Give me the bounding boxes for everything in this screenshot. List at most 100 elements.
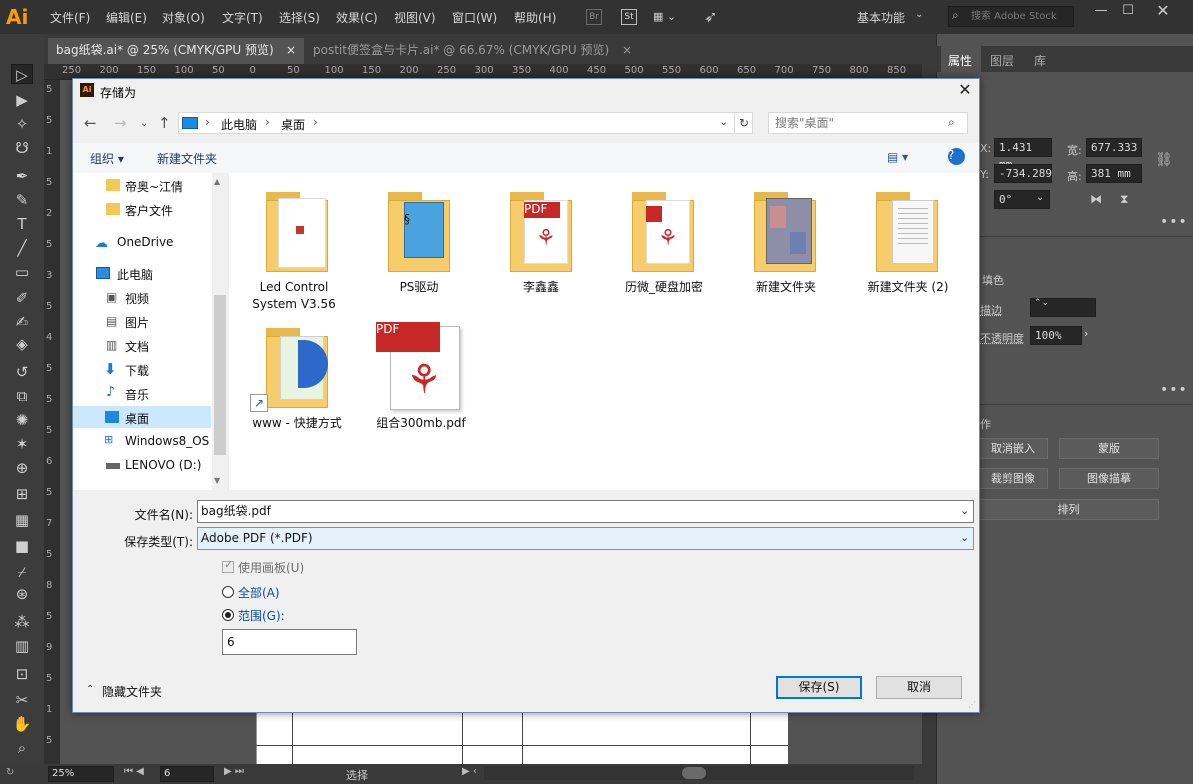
tab-libraries[interactable]: 库 xyxy=(1034,52,1046,69)
filename-input[interactable]: bag纸袋.pdf xyxy=(197,500,974,523)
folder-icon[interactable] xyxy=(754,192,816,272)
view-options-icon[interactable]: ▤ ▾ xyxy=(887,150,908,164)
help-icon[interactable]: ? xyxy=(948,148,965,165)
menu-help[interactable]: 帮助(H) xyxy=(514,9,556,26)
scroll-up-icon[interactable]: ▲ xyxy=(214,177,220,186)
nav-item-onedrive[interactable]: OneDrive xyxy=(117,235,173,249)
chevron-right-icon[interactable]: › xyxy=(1084,327,1088,340)
tab-layers[interactable]: 图层 xyxy=(990,52,1014,69)
puppet-warp-icon[interactable]: ✶ xyxy=(11,434,33,454)
shaper-tool-icon[interactable]: ✍ xyxy=(11,312,33,332)
save-button[interactable]: 保存(S) xyxy=(776,676,862,699)
mask-button[interactable]: 蒙版 xyxy=(1059,438,1159,459)
nav-item-desktop[interactable]: 桌面 xyxy=(125,410,149,427)
folder-icon[interactable]: ⚘ xyxy=(632,192,694,272)
close-icon[interactable]: × xyxy=(622,38,632,62)
next-artboard-icon[interactable]: ▶ ⏭ xyxy=(224,766,244,777)
nav-item-music[interactable]: 音乐 xyxy=(125,386,149,403)
opacity-label[interactable]: 不透明度 xyxy=(980,330,1024,346)
file-name[interactable]: 新建文件夹 (2) xyxy=(853,279,963,296)
flip-horizontal-icon[interactable]: ⧓ xyxy=(1090,192,1102,206)
column-graph-icon[interactable]: ▥ xyxy=(11,636,33,656)
first-artboard-icon[interactable]: ⏮ ◀ xyxy=(124,766,144,777)
chevron-down-icon[interactable]: ⌄ xyxy=(960,504,969,517)
nav-item-videos[interactable]: 视频 xyxy=(125,290,149,307)
folder-icon[interactable] xyxy=(266,328,328,408)
file-name[interactable]: 新建文件夹 xyxy=(731,279,841,296)
eraser-icon[interactable]: ◈ xyxy=(11,334,33,354)
menu-window[interactable]: 窗口(W) xyxy=(452,9,497,26)
hand-tool-icon[interactable]: ✋ xyxy=(11,714,33,734)
lasso-icon[interactable]: ☋ xyxy=(11,138,33,158)
all-radio[interactable] xyxy=(222,586,234,598)
x-field[interactable]: 1.431 mm xyxy=(994,138,1052,171)
zoom-tool-icon[interactable]: ⌕ xyxy=(11,738,33,758)
eyedropper-icon[interactable]: ⌿ xyxy=(11,562,33,582)
refresh-icon[interactable]: ↻ xyxy=(734,113,753,133)
type-tool-icon[interactable]: T xyxy=(11,214,33,234)
opacity-field[interactable]: 100% xyxy=(1030,326,1082,345)
gradient-tool-icon[interactable]: ■ xyxy=(11,536,33,556)
arrange-button[interactable]: 排列 xyxy=(978,499,1159,520)
slice-tool-icon[interactable]: ✂ xyxy=(11,690,33,710)
up-arrow-icon[interactable]: ↑ xyxy=(158,114,171,132)
minimize-button[interactable]: — xyxy=(1086,2,1116,22)
file-name[interactable]: Led Control System V3.56 xyxy=(239,279,349,313)
close-dialog-button[interactable]: ✕ xyxy=(955,80,975,100)
menu-effect[interactable]: 效果(C) xyxy=(336,9,378,26)
nav-item-documents[interactable]: 文档 xyxy=(125,338,149,355)
magic-wand-icon[interactable]: ✧ xyxy=(11,114,33,134)
tab-bag[interactable]: bag纸袋.ai* @ 25% (CMYK/GPU 预览) × xyxy=(48,38,304,64)
arrange-documents-icon[interactable]: ▦ ⌄ xyxy=(653,10,683,24)
menu-edit[interactable]: 编辑(E) xyxy=(106,9,147,26)
shape-builder-icon[interactable]: ⊞ xyxy=(11,484,33,504)
nav-item-this-pc[interactable]: 此电脑 xyxy=(117,266,153,283)
unembed-button[interactable]: 取消嵌入 xyxy=(978,438,1048,459)
folder-icon[interactable]: § xyxy=(388,192,450,272)
stepper-icon[interactable]: ⌃⌄ xyxy=(1034,298,1049,308)
breadcrumb-this-pc[interactable]: 此电脑 xyxy=(221,116,257,133)
menu-object[interactable]: 对象(O) xyxy=(162,9,205,26)
blend-tool-icon[interactable]: ⊛ xyxy=(11,584,33,604)
free-transform-icon[interactable]: ⊕ xyxy=(11,458,33,478)
breadcrumb-desktop[interactable]: 桌面 xyxy=(281,116,305,133)
artboard-number-field[interactable]: 6 xyxy=(160,766,214,782)
folder-icon[interactable] xyxy=(266,192,328,272)
forward-arrow-icon[interactable]: → xyxy=(114,114,127,132)
folder-icon[interactable]: PDF ⚘ xyxy=(510,192,572,272)
selection-tool-icon[interactable]: ▷ xyxy=(11,64,33,84)
stroke-label[interactable]: 描边 xyxy=(980,302,1002,318)
curvature-tool-icon[interactable]: ✎ xyxy=(11,190,33,210)
chevron-down-icon[interactable]: ⌄ xyxy=(960,531,969,544)
symbol-sprayer-icon[interactable]: ⁂ xyxy=(11,612,33,632)
rotate-tool-icon[interactable]: ↺ xyxy=(11,362,33,382)
chevron-up-icon[interactable]: ⌃ xyxy=(86,684,94,695)
status-menu-icon[interactable]: ▶ ‹ xyxy=(462,766,477,777)
nav-item-windows-os[interactable]: Windows8_OS xyxy=(125,434,209,448)
chevron-down-icon[interactable]: ⌄ xyxy=(719,115,728,128)
address-bar[interactable]: › 此电脑 › 桌面 › ⌄ ↻ xyxy=(178,112,753,134)
paintbrush-icon[interactable]: ✐ xyxy=(11,288,33,308)
zoom-field[interactable]: 25% xyxy=(48,766,114,782)
menu-file[interactable]: 文件(F) xyxy=(50,9,90,26)
back-arrow-icon[interactable]: ← xyxy=(84,114,97,132)
artboard-tool-icon[interactable]: ⊡ xyxy=(11,664,33,684)
constrain-proportions-icon[interactable]: ⛓ xyxy=(1155,152,1173,168)
scrollbar-thumb[interactable] xyxy=(682,767,706,779)
pdf-file-icon[interactable]: PDF ⚘ xyxy=(376,322,464,410)
menu-view[interactable]: 视图(V) xyxy=(394,9,436,26)
rectangle-tool-icon[interactable]: ▭ xyxy=(11,262,33,282)
y-field[interactable]: -734.289 xyxy=(994,164,1052,183)
workspace-switcher[interactable]: 基本功能 xyxy=(857,9,905,26)
menu-select[interactable]: 选择(S) xyxy=(279,9,320,26)
flip-vertical-icon[interactable]: ⧗ xyxy=(1120,192,1128,207)
nav-item-pictures[interactable]: 图片 xyxy=(125,314,149,331)
file-name[interactable]: 组合300mb.pdf xyxy=(366,415,476,432)
hide-folders-toggle[interactable]: 隐藏文件夹 xyxy=(102,683,162,700)
folder-icon[interactable] xyxy=(876,192,938,272)
more-options-icon[interactable]: ••• xyxy=(1160,382,1188,398)
more-options-icon[interactable]: ••• xyxy=(1160,214,1188,230)
image-trace-button[interactable]: 图像描摹 xyxy=(1059,468,1159,489)
close-window-button[interactable]: ✕ xyxy=(1148,2,1178,22)
nav-item-lenovo-d[interactable]: LENOVO (D:) xyxy=(125,458,201,472)
